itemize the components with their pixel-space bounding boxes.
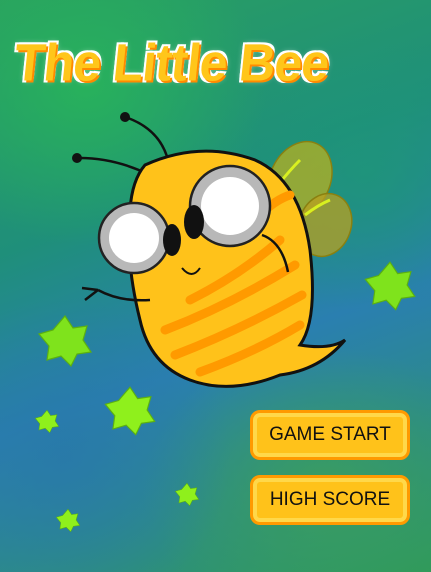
high-score-button[interactable]: HIGH SCORE — [250, 475, 410, 525]
star-icon — [174, 482, 200, 507]
star-icon — [364, 261, 416, 311]
bee-eye — [184, 205, 204, 239]
star-icon — [38, 315, 92, 367]
game-start-button[interactable]: GAME START — [250, 410, 410, 460]
star-icon — [104, 386, 156, 436]
bee-antenna — [127, 116, 170, 161]
star-icon — [34, 409, 60, 434]
bee-eye — [163, 224, 181, 256]
star-icon — [55, 508, 81, 533]
bee-character — [72, 112, 353, 388]
